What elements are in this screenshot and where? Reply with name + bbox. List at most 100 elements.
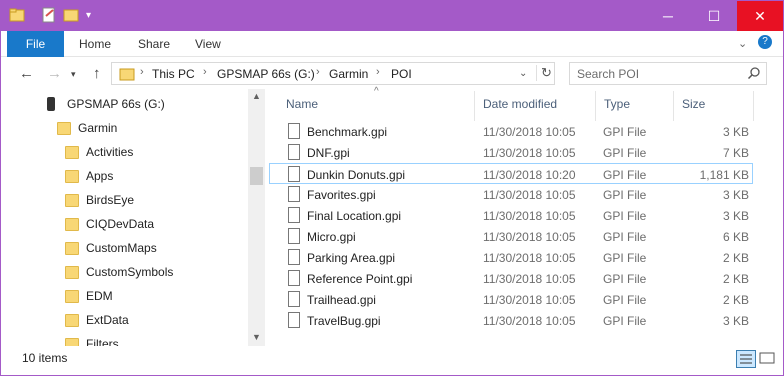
file-icon	[288, 291, 300, 307]
breadcrumb-this-pc[interactable]: This PC	[152, 67, 195, 81]
file-type: GPI File	[603, 293, 647, 307]
search-box[interactable]: Search POI	[569, 62, 767, 85]
tree-item-label: Apps	[86, 169, 114, 183]
folder-icon	[65, 145, 79, 159]
file-row[interactable]: DNF.gpi 11/30/2018 10:05 GPI File 7 KB	[283, 142, 753, 163]
chevron-right-icon[interactable]: ›	[316, 66, 320, 78]
file-name: Dunkin Donuts.gpi	[307, 168, 406, 182]
folder-icon	[65, 241, 79, 255]
up-arrow-icon[interactable]: ↑	[93, 65, 101, 82]
tree-item-edm[interactable]: EDM	[65, 285, 113, 307]
item-count: 10 items	[22, 351, 68, 365]
expand-ribbon-icon[interactable]: ⌄	[738, 37, 747, 50]
file-type: GPI File	[603, 146, 647, 160]
chevron-right-icon[interactable]: ›	[140, 66, 144, 78]
file-row[interactable]: TravelBug.gpi 11/30/2018 10:05 GPI File …	[283, 310, 753, 331]
chevron-right-icon[interactable]: ›	[376, 66, 380, 78]
navigation-bar: ← → ▾ ↑ › This PC › GPSMAP 66s (G:) › Ga…	[1, 57, 783, 89]
large-icons-view-button[interactable]	[758, 350, 778, 368]
tree-item-extdata[interactable]: ExtData	[65, 309, 129, 331]
properties-icon[interactable]	[41, 7, 57, 26]
file-size: 3 KB	[722, 209, 749, 223]
file-name: Trailhead.gpi	[307, 293, 376, 307]
file-name: DNF.gpi	[307, 146, 350, 160]
column-divider[interactable]	[474, 91, 475, 121]
column-header-size[interactable]: Size	[682, 97, 705, 111]
tree-item-garmin[interactable]: Garmin	[57, 117, 117, 139]
column-divider[interactable]	[753, 91, 754, 121]
file-row[interactable]: Parking Area.gpi 11/30/2018 10:05 GPI Fi…	[283, 247, 753, 268]
new-folder-icon[interactable]	[63, 7, 79, 26]
tab-view[interactable]: View	[195, 31, 221, 57]
address-bar[interactable]: › This PC › GPSMAP 66s (G:) › Garmin › P…	[111, 62, 555, 85]
tree-item-label: ExtData	[86, 313, 129, 327]
column-header-date[interactable]: Date modified	[483, 97, 557, 111]
file-date: 11/30/2018 10:05	[483, 293, 576, 307]
column-divider[interactable]	[673, 91, 674, 121]
recent-locations-dropdown-icon[interactable]: ▾	[71, 69, 76, 80]
customize-toolbar-dropdown-icon[interactable]: ▾	[86, 10, 91, 21]
column-divider[interactable]	[595, 91, 596, 121]
folder-icon	[57, 121, 71, 135]
file-row[interactable]: Trailhead.gpi 11/30/2018 10:05 GPI File …	[283, 289, 753, 310]
refresh-icon[interactable]: ↻	[536, 65, 552, 81]
file-icon	[288, 228, 300, 244]
tree-item-label: GPSMAP 66s (G:)	[67, 97, 165, 111]
file-row[interactable]: Benchmark.gpi 11/30/2018 10:05 GPI File …	[283, 121, 753, 142]
folder-icon	[65, 289, 79, 303]
minimize-button[interactable]: ─	[645, 1, 691, 31]
chevron-right-icon[interactable]: ›	[203, 66, 207, 78]
file-size: 2 KB	[722, 293, 749, 307]
help-icon[interactable]: ?	[758, 35, 772, 49]
breadcrumb-poi[interactable]: POI	[391, 67, 412, 81]
tree-item-birdseye[interactable]: BirdsEye	[65, 189, 134, 211]
tree-item-filters[interactable]: Filters	[65, 333, 119, 346]
close-button[interactable]: ✕	[737, 1, 783, 31]
file-row[interactable]: Final Location.gpi 11/30/2018 10:05 GPI …	[283, 205, 753, 226]
file-name: Reference Point.gpi	[307, 272, 413, 286]
folder-icon	[65, 169, 79, 183]
scrollbar-thumb[interactable]	[250, 167, 263, 185]
file-size: 3 KB	[722, 314, 749, 328]
nav-pane-scrollbar[interactable]: ▲ ▼	[248, 89, 265, 346]
breadcrumb-garmin[interactable]: Garmin	[329, 67, 368, 81]
file-row[interactable]: Reference Point.gpi 11/30/2018 10:05 GPI…	[283, 268, 753, 289]
tree-item-label: Garmin	[78, 121, 118, 135]
folder-icon	[65, 337, 79, 346]
tree-item-custommaps[interactable]: CustomMaps	[65, 237, 157, 259]
file-icon	[288, 186, 300, 202]
breadcrumb-drive[interactable]: GPSMAP 66s (G:)	[217, 67, 315, 81]
search-icon	[747, 66, 761, 83]
file-row[interactable]: Micro.gpi 11/30/2018 10:05 GPI File 6 KB	[283, 226, 753, 247]
file-type: GPI File	[603, 251, 647, 265]
details-view-button[interactable]	[736, 350, 756, 368]
file-row-selected[interactable]: Dunkin Donuts.gpi 11/30/2018 10:20 GPI F…	[269, 163, 753, 184]
file-icon	[288, 249, 300, 265]
scroll-down-icon[interactable]: ▼	[252, 332, 261, 342]
tab-share[interactable]: Share	[138, 31, 170, 57]
tab-file[interactable]: File	[7, 31, 64, 57]
scroll-up-icon[interactable]: ▲	[252, 91, 261, 101]
tree-item-label: Filters	[86, 337, 119, 346]
tree-item-apps[interactable]: Apps	[65, 165, 113, 187]
forward-arrow-icon[interactable]: →	[47, 65, 62, 82]
file-type: GPI File	[603, 168, 647, 182]
column-header-type[interactable]: Type	[604, 97, 630, 111]
file-row[interactable]: Favorites.gpi 11/30/2018 10:05 GPI File …	[283, 184, 753, 205]
file-size: 7 KB	[722, 146, 749, 160]
tree-item-activities[interactable]: Activities	[65, 141, 133, 163]
tab-home[interactable]: Home	[79, 31, 111, 57]
file-icon	[288, 312, 300, 328]
tree-item-drive[interactable]: GPSMAP 66s (G:)	[47, 93, 165, 115]
file-size: 2 KB	[722, 272, 749, 286]
tree-item-label: BirdsEye	[86, 193, 135, 207]
tree-item-customsymbols[interactable]: CustomSymbols	[65, 261, 173, 283]
back-arrow-icon[interactable]: ←	[19, 65, 34, 82]
address-dropdown-icon[interactable]: ⌄	[519, 68, 527, 79]
search-input[interactable]: Search POI	[577, 67, 639, 81]
file-icon	[288, 166, 300, 182]
maximize-button[interactable]: ☐	[691, 1, 737, 31]
column-header-name[interactable]: Name	[286, 97, 318, 111]
tree-item-ciqdevdata[interactable]: CIQDevData	[65, 213, 154, 235]
tree-item-label: CIQDevData	[86, 217, 155, 231]
